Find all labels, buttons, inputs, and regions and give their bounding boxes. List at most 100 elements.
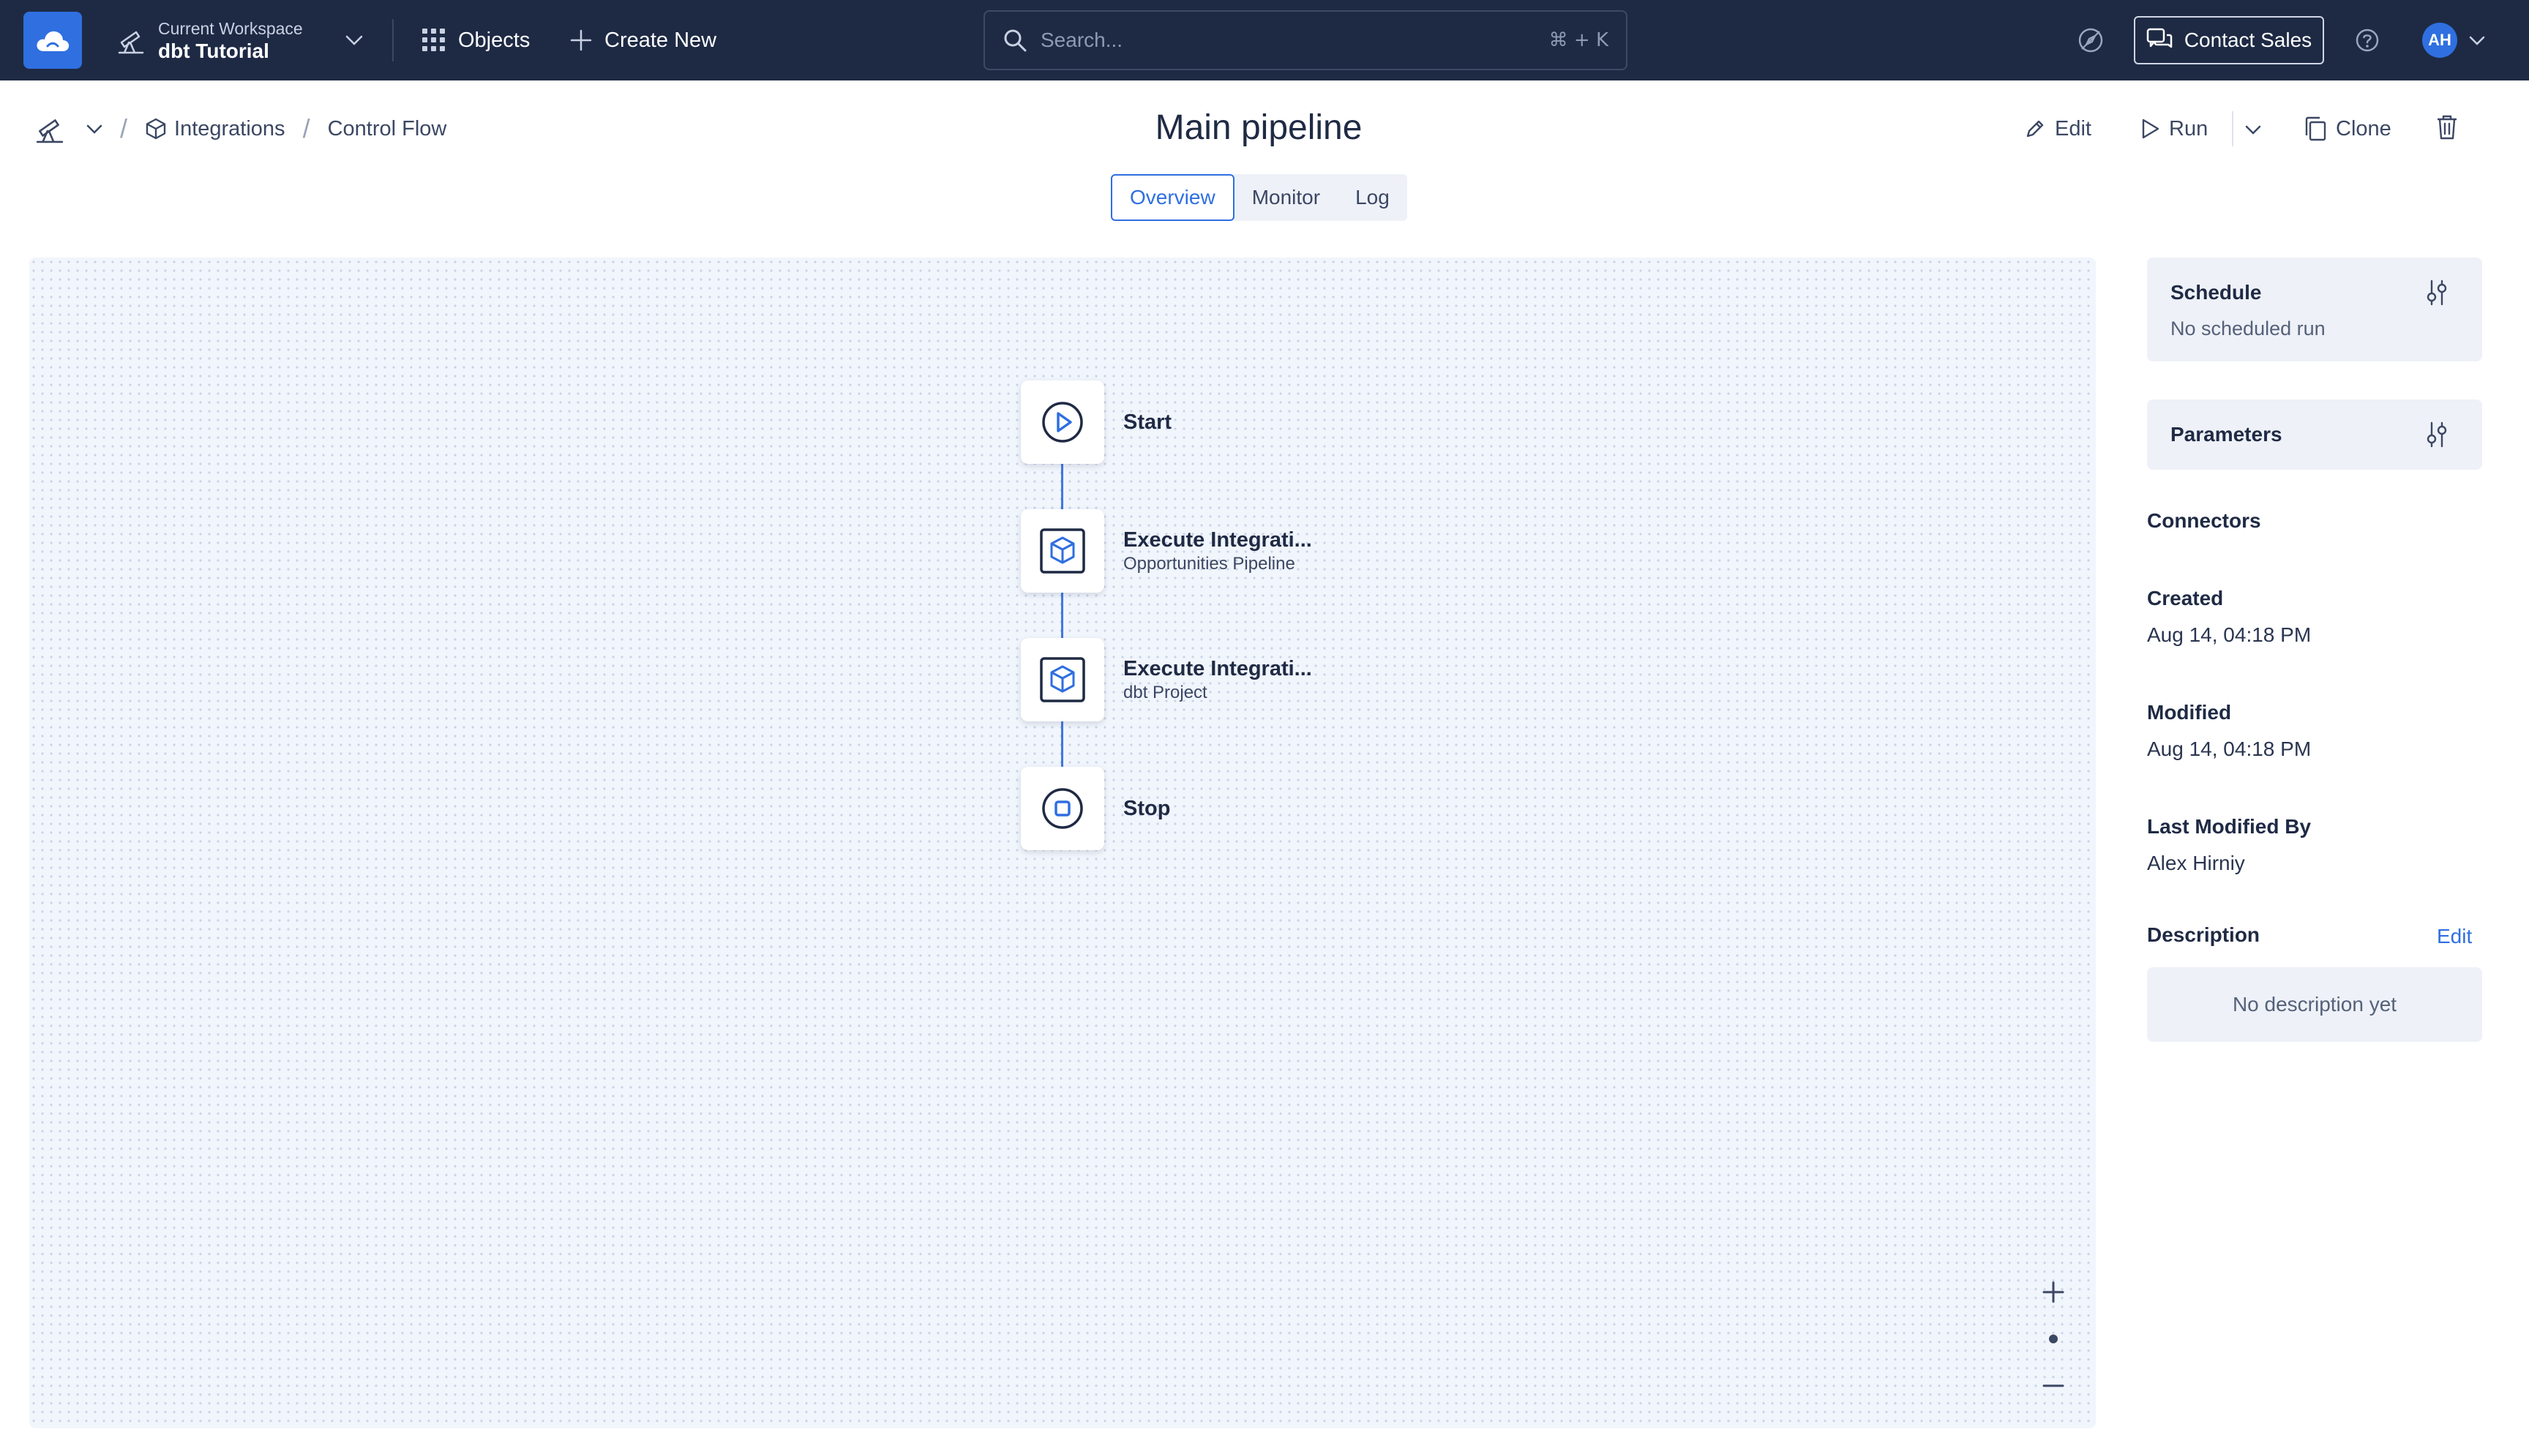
connector-line [1061, 464, 1063, 512]
breadcrumb-separator: / [120, 113, 128, 143]
clone-button[interactable]: Clone [2304, 108, 2391, 149]
copy-icon [2305, 116, 2326, 141]
flow-node-start[interactable] [1021, 380, 1104, 464]
connector-line [1061, 721, 1063, 770]
cloud-logo-icon [37, 31, 70, 51]
telescope-icon [36, 119, 64, 143]
edit-button[interactable]: Edit [2024, 108, 2091, 149]
flow-canvas[interactable]: Start Execute Integrati... Opportunities… [29, 258, 2096, 1428]
chevron-down-icon [86, 124, 102, 134]
view-tabs: Overview Monitor Log [1111, 174, 1407, 221]
node-title: Start [1123, 410, 1172, 434]
fit-view-button[interactable] [2039, 1324, 2068, 1354]
tab-overview[interactable]: Overview [1111, 174, 1234, 221]
chevron-down-icon [345, 35, 362, 45]
flow-node-execute-integration[interactable] [1021, 638, 1104, 721]
help-circle-icon [2356, 29, 2379, 52]
minus-icon [2042, 1384, 2064, 1387]
chevron-down-icon [2245, 125, 2261, 135]
breadcrumb-control-flow[interactable]: Control Flow [328, 117, 447, 141]
plus-icon [570, 29, 592, 51]
contact-sales-button[interactable]: Contact Sales [2134, 16, 2324, 64]
run-label: Run [2169, 116, 2208, 140]
node-title: Execute Integrati... [1123, 657, 1312, 680]
compass-icon [2078, 28, 2103, 53]
delete-button[interactable] [2434, 113, 2460, 142]
stop-circle-icon [1042, 788, 1083, 829]
created-value: Aug 14, 04:18 PM [2147, 623, 2312, 646]
tab-monitor[interactable]: Monitor [1234, 174, 1338, 221]
user-avatar[interactable]: AH [2422, 23, 2457, 58]
page-title: Main pipeline [1155, 108, 1363, 147]
node-subtitle: dbt Project [1123, 683, 1207, 702]
parameters-card: Parameters [2147, 399, 2482, 470]
last-modified-by-label: Last Modified By [2147, 815, 2312, 838]
objects-label: Objects [458, 28, 531, 52]
help-button[interactable] [2352, 25, 2383, 56]
run-button[interactable]: Run [2140, 108, 2208, 149]
created-label: Created [2147, 587, 2224, 609]
account-menu-toggle[interactable] [2468, 31, 2487, 49]
breadcrumb-integrations[interactable]: Integrations [145, 117, 285, 141]
global-search[interactable]: ⌘ + K [984, 10, 1627, 70]
parameters-settings-button[interactable] [2422, 420, 2451, 449]
chevron-down-icon [2469, 36, 2485, 45]
workspace-text: Current Workspace dbt Tutorial [158, 18, 303, 63]
flow-node-execute-integration[interactable] [1021, 509, 1104, 593]
search-input[interactable] [1041, 29, 1536, 52]
flow-node-execute-text: Execute Integrati... dbt Project [1123, 638, 1312, 721]
run-options-dropdown[interactable] [2242, 119, 2264, 140]
top-navigation-bar: Current Workspace dbt Tutorial Objects C… [0, 0, 2529, 80]
description-edit-link[interactable]: Edit [2437, 925, 2472, 948]
node-title: Stop [1123, 797, 1171, 820]
edit-action[interactable]: Edit [2024, 117, 2091, 141]
search-shortcut: ⌘ + K [1548, 29, 1608, 51]
flow-node-stop-text: Stop [1123, 767, 1170, 850]
clone-action[interactable]: Clone [2304, 116, 2391, 141]
search-icon [1004, 29, 1027, 52]
app-logo[interactable] [23, 12, 82, 69]
run-divider [2232, 111, 2233, 146]
workspace-crumb[interactable] [35, 114, 102, 143]
grid-icon [422, 29, 445, 51]
schedule-settings-button[interactable] [2422, 278, 2451, 307]
flow-node-stop[interactable] [1021, 767, 1104, 850]
objects-button[interactable]: Objects [422, 22, 530, 59]
play-icon [2142, 119, 2159, 139]
workspace-label: Current Workspace [158, 19, 303, 38]
create-new-label: Create New [604, 28, 717, 52]
connector-line [1061, 593, 1063, 641]
clone-label: Clone [2336, 116, 2391, 140]
breadcrumb-separator: / [302, 113, 310, 143]
sliders-icon [2427, 421, 2447, 448]
node-subtitle: Opportunities Pipeline [1123, 554, 1295, 574]
cube-icon [146, 118, 166, 140]
workspace-name: dbt Tutorial [158, 40, 269, 62]
create-new-button[interactable]: Create New [569, 22, 716, 59]
parameters-title: Parameters [2170, 423, 2282, 446]
connectors-label: Connectors [2147, 509, 2261, 532]
edit-label: Edit [2055, 116, 2091, 140]
tab-log[interactable]: Log [1338, 174, 1407, 221]
modified-value: Aug 14, 04:18 PM [2147, 738, 2312, 760]
run-action[interactable]: Run [2140, 117, 2208, 141]
cube-icon [1040, 528, 1085, 574]
flow-node-start-text: Start [1123, 380, 1172, 464]
trash-icon [2438, 115, 2457, 140]
description-label: Description [2147, 923, 2260, 946]
last-modified-by-value: Alex Hirniy [2147, 852, 2245, 874]
zoom-out-button[interactable] [2039, 1371, 2068, 1400]
chat-bubbles-icon [2146, 28, 2173, 48]
description-box[interactable]: No description yet [2147, 967, 2482, 1042]
plus-icon [2042, 1281, 2064, 1303]
workspace-switcher[interactable]: Current Workspace dbt Tutorial [117, 13, 363, 67]
schedule-card: Schedule No scheduled run [2147, 258, 2482, 361]
description-value: No description yet [2232, 993, 2397, 1016]
node-title: Execute Integrati... [1123, 528, 1312, 552]
cube-icon [1040, 657, 1085, 702]
modified-label: Modified [2147, 701, 2232, 724]
play-circle-icon [1042, 402, 1083, 443]
sliders-icon [2427, 279, 2447, 306]
compass-button[interactable] [2075, 25, 2106, 56]
zoom-in-button[interactable] [2039, 1277, 2068, 1307]
